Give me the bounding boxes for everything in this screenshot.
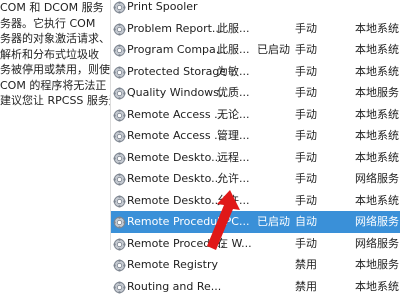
service-gear-icon (113, 86, 126, 100)
service-logon-as: 本地系统 (355, 150, 399, 164)
description-line: 解析和分布式垃圾收 (0, 47, 99, 61)
service-desc: 允许... (217, 172, 250, 185)
service-gear-icon (113, 129, 126, 143)
service-name: Quality Windows... (127, 86, 225, 99)
service-startup-type: 手动 (295, 150, 317, 164)
service-row[interactable]: Remote Deskto... 允许... 手动 网络服务 (111, 168, 400, 190)
service-startup-type: 手动 (295, 236, 317, 250)
description-line: 务器的对象激活请求、 (0, 32, 110, 45)
service-row[interactable]: Problem Report... 此服... 手动 本地系统 (111, 18, 400, 40)
service-startup-type: 禁用 (295, 258, 317, 271)
service-gear-icon (113, 151, 126, 164)
red-arrow-annotation (207, 190, 240, 250)
description-line: COM 和 DCOM 服务 (0, 1, 104, 14)
service-logon-as: 本地系统 (355, 43, 399, 56)
service-row[interactable]: Remote Deskto... 远程... 手动 本地系统 (111, 147, 400, 169)
description-line: COM 的程序将无法正 (0, 78, 107, 92)
service-name: Remote Deskto... (127, 150, 222, 164)
service-logon-as: 本地系统 (355, 107, 399, 121)
service-startup-type: 手动 (295, 86, 317, 99)
service-name: Program Compa... (127, 43, 225, 56)
service-desc: 此服... (217, 43, 250, 56)
service-row[interactable]: Remote Access ... 无论... 手动 本地系统 (111, 104, 400, 126)
service-startup-type: 自动 (295, 215, 317, 228)
service-row[interactable]: Remote Access ... 管理... 手动 本地系统 (111, 125, 400, 147)
service-desc: 优质... (217, 86, 250, 99)
service-gear-icon (113, 172, 126, 186)
service-logon-as: 网络服务 (355, 215, 399, 228)
service-gear-icon (113, 215, 126, 229)
service-gear-icon (113, 43, 126, 57)
service-logon-as: 本地系统 (355, 64, 399, 78)
service-row[interactable]: Routing and Re... 禁用 本地系统 (111, 276, 400, 298)
service-gear-icon (113, 108, 126, 121)
service-name: Problem Report... (127, 21, 223, 35)
service-row[interactable]: Protected Storage 为敏... 手动 本地系统 (111, 61, 400, 83)
service-row[interactable]: Print Spooler (111, 0, 400, 18)
service-desc: 远程... (217, 150, 250, 164)
service-gear-icon (113, 65, 126, 78)
service-logon-as: 本地服务 (355, 86, 399, 99)
services-table: Print Spooler Problem Report... 此服... 手动 本地系… (111, 0, 400, 297)
service-startup-type: 手动 (295, 172, 317, 185)
service-row[interactable]: Remote Procedu... 在 W... 手动 网络服务 (111, 233, 400, 255)
service-startup-type: 手动 (295, 107, 317, 121)
service-name: Remote Registry (127, 258, 218, 271)
service-gear-icon (113, 22, 126, 35)
service-name: Remote Deskto... (127, 172, 222, 185)
service-gear-icon (113, 237, 126, 250)
service-row[interactable]: Program Compa... 此服... 已启动 手动 本地系统 (111, 39, 400, 61)
service-startup-type: 手动 (295, 64, 317, 78)
service-startup-type: 手动 (295, 129, 317, 142)
service-name: Protected Storage (127, 64, 225, 78)
service-name: Routing and Re... (127, 279, 222, 293)
service-gear-icon (113, 280, 126, 293)
service-desc: 无论... (217, 107, 250, 121)
service-startup-type: 手动 (295, 43, 317, 56)
service-startup-type: 手动 (295, 193, 317, 207)
service-desc: 此服... (217, 21, 250, 35)
service-gear-icon (113, 258, 126, 272)
service-logon-as: 本地系统 (355, 21, 399, 35)
description-line: 建议您让 RPCSS 服务运 (0, 94, 110, 107)
service-status: 已启动 (257, 215, 290, 228)
service-description-pane: COM 和 DCOM 服务 务器。它执行 COM 务器的对象激活请求、 解析和分… (0, 0, 110, 250)
service-gear-icon (113, 194, 126, 207)
service-row[interactable]: Quality Windows... 优质... 手动 本地服务 (111, 82, 400, 104)
service-name: Remote Access ... (127, 107, 225, 121)
service-logon-as: 本地系统 (355, 193, 399, 207)
service-name: Print Spooler (127, 0, 198, 13)
service-row[interactable]: Remote Registry 禁用 本地服务 (111, 254, 400, 276)
service-desc: 管理... (217, 129, 250, 142)
service-logon-as: 本地系统 (355, 129, 399, 142)
service-logon-as: 本地系统 (355, 279, 399, 293)
service-desc: 为敏... (217, 64, 250, 78)
service-startup-type: 手动 (295, 21, 317, 35)
service-logon-as: 网络服务 (355, 172, 399, 185)
service-logon-as: 本地服务 (355, 258, 399, 271)
description-line: 务被停用或禁用，则使 (0, 63, 110, 76)
description-line: 务器。它执行 COM (0, 16, 96, 30)
service-logon-as: 网络服务 (355, 236, 399, 250)
service-name: Remote Access ... (127, 129, 225, 142)
service-row[interactable]: Remote Procedu... RPC... 已启动 自动 网络服务 (111, 211, 400, 233)
service-gear-icon (113, 0, 126, 14)
service-status: 已启动 (257, 43, 290, 56)
service-startup-type: 禁用 (295, 279, 317, 293)
service-row[interactable]: Remote Deskto...允许...手动本地系统 (111, 190, 400, 212)
